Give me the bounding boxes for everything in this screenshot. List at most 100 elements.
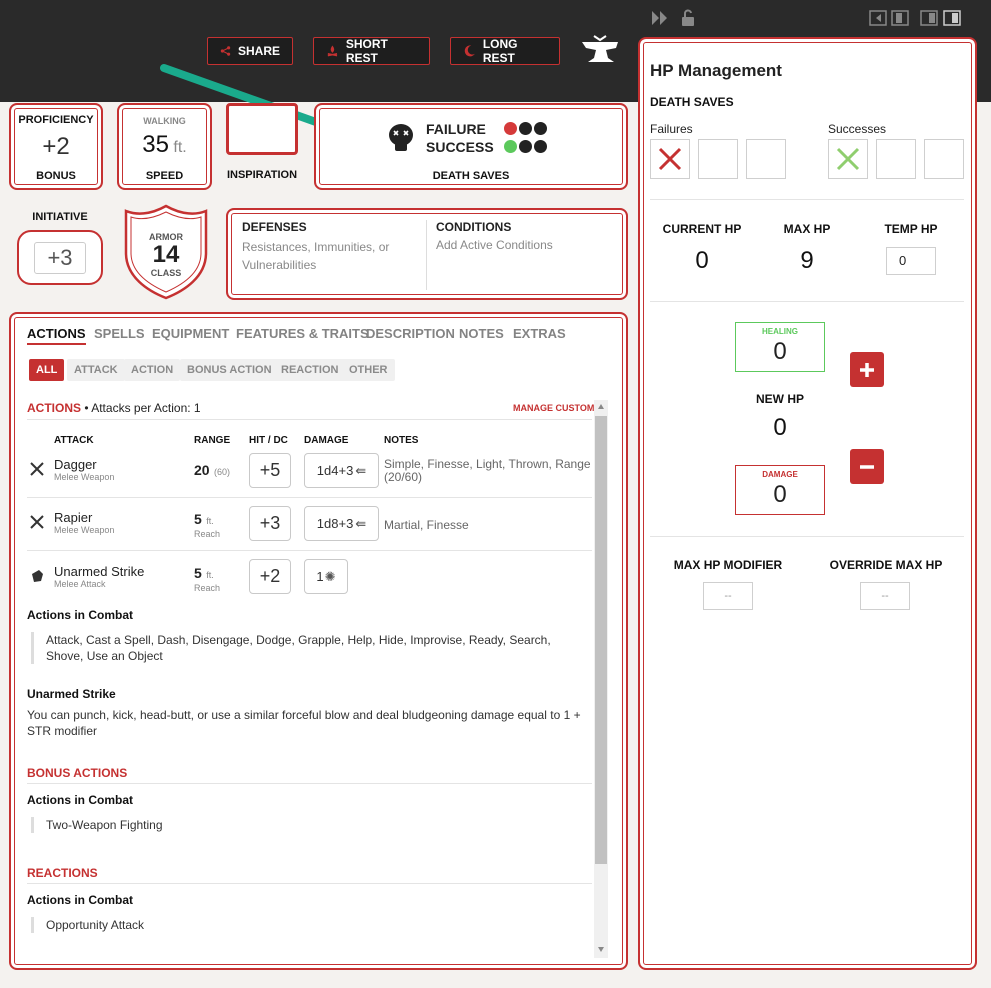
attack-hit-button[interactable]: +3	[249, 506, 291, 541]
success-dot	[534, 140, 547, 153]
unarmed-strike-text: You can punch, kick, head-butt, or use a…	[27, 708, 581, 738]
healing-input[interactable]: HEALING 0	[735, 322, 825, 372]
reactions-title: REACTIONS	[27, 866, 98, 880]
initiative-box[interactable]: +3	[17, 230, 103, 285]
defenses-divider	[426, 220, 427, 290]
attack-damage-button[interactable]: 1d8+3 ⇚	[304, 506, 379, 541]
bludgeoning-icon: ✺	[324, 568, 336, 584]
temp-hp-input[interactable]: 0	[886, 247, 936, 275]
tab-extras[interactable]: EXTRAS	[513, 326, 566, 341]
filter-other[interactable]: OTHER	[342, 359, 395, 381]
damage-input[interactable]: DAMAGE 0	[735, 465, 825, 515]
attack-row-rapier[interactable]: Rapier Melee Weapon	[54, 510, 114, 535]
reaction-item[interactable]: Opportunity Attack	[31, 917, 331, 933]
failure-checkbox-3[interactable]	[746, 139, 786, 179]
speed-box: WALKING 35 ft. SPEED	[117, 103, 212, 190]
attack-damage-button[interactable]: 1 ✺	[304, 559, 348, 594]
share-label: SHARE	[237, 44, 280, 58]
failure-checkbox-2[interactable]	[698, 139, 738, 179]
reactions-divider	[27, 883, 592, 884]
initiative-label: INITIATIVE	[32, 211, 88, 223]
long-rest-button[interactable]: LONG REST	[450, 37, 560, 65]
temp-hp-label: TEMP HP	[884, 222, 938, 236]
defenses-conditions-box[interactable]: DEFENSES Resistances, Immunities, or Vul…	[226, 208, 628, 300]
row-divider	[27, 550, 592, 551]
col-hit-dc: HIT / DC	[249, 435, 288, 446]
filter-action[interactable]: ACTION	[124, 359, 181, 381]
healing-label: HEALING	[762, 327, 798, 336]
current-hp-label: CURRENT HP	[662, 222, 742, 236]
attack-row-dagger[interactable]: Dagger Melee Weapon	[54, 457, 114, 482]
override-max-hp-input[interactable]: --	[860, 582, 910, 610]
attack-range-sub: Reach	[194, 583, 221, 593]
current-hp-value: 0	[695, 247, 709, 274]
heal-button[interactable]	[850, 352, 884, 387]
campfire-icon	[327, 45, 338, 57]
tab-actions[interactable]: ACTIONS	[27, 326, 86, 345]
unlock-icon[interactable]	[681, 9, 695, 27]
filter-all[interactable]: ALL	[29, 359, 65, 381]
scroll-down-icon[interactable]	[598, 947, 604, 952]
attacks-per-action: • Attacks per Action: 1	[84, 401, 201, 415]
speed-sub: SPEED	[145, 170, 184, 182]
actions-header: ACTIONS • Attacks per Action: 1	[27, 401, 201, 415]
attack-damage: 1	[316, 569, 324, 584]
failure-checkbox-1[interactable]	[650, 139, 690, 179]
armor-value: 14	[152, 241, 180, 268]
crossed-swords-icon	[30, 515, 44, 529]
success-checkbox-3[interactable]	[924, 139, 964, 179]
attack-hit-button[interactable]: +5	[249, 453, 291, 488]
tab-description[interactable]: DESCRIPTION	[366, 326, 455, 341]
attack-notes: Martial, Finesse	[384, 518, 469, 532]
success-checkbox-1[interactable]	[828, 139, 868, 179]
damage-button[interactable]	[850, 449, 884, 484]
panel-left-icon[interactable]	[869, 10, 909, 26]
filter-bonus-action[interactable]: BONUS ACTION	[180, 359, 279, 381]
attack-damage: 1d8+3	[316, 516, 354, 531]
failure-dot	[534, 122, 547, 135]
walking-label: WALKING	[143, 116, 186, 126]
attack-damage-button[interactable]: 1d4+3 ⇚	[304, 453, 379, 488]
hp-panel-title: HP Management	[650, 61, 782, 80]
tab-features-traits[interactable]: FEATURES & TRAITS	[236, 326, 369, 341]
attack-row-unarmed[interactable]: Unarmed Strike Melee Attack	[54, 564, 144, 589]
tab-equipment[interactable]: EQUIPMENT	[152, 326, 229, 341]
col-attack: ATTACK	[54, 435, 94, 446]
failure-dot	[504, 122, 517, 135]
proficiency-sub: BONUS	[36, 170, 76, 182]
failure-dots	[502, 122, 547, 140]
tab-spells[interactable]: SPELLS	[94, 326, 145, 341]
success-checkbox-2[interactable]	[876, 139, 916, 179]
filter-attack[interactable]: ATTACK	[67, 359, 125, 381]
attack-damage: 1d4+3	[316, 463, 354, 478]
hp-divider	[650, 199, 964, 200]
actions-scrollbar[interactable]	[594, 400, 608, 958]
inspiration-toggle[interactable]	[226, 103, 298, 155]
attack-range-sub: Reach	[194, 529, 221, 539]
max-hp-label: MAX HP	[783, 222, 831, 236]
minus-icon	[860, 464, 874, 469]
skull-icon	[389, 124, 413, 151]
attack-hit-button[interactable]: +2	[249, 559, 291, 594]
bonus-action-item[interactable]: Two-Weapon Fighting	[31, 817, 331, 833]
speed-value: 35	[142, 131, 169, 158]
tab-notes[interactable]: NOTES	[459, 326, 504, 341]
bonus-actions-title: BONUS ACTIONS	[27, 766, 128, 780]
failure-label: FAILURE	[426, 121, 486, 137]
panel-right-icon[interactable]	[920, 10, 962, 26]
conditions-title: CONDITIONS	[436, 220, 512, 234]
hp-death-saves-title: DEATH SAVES	[650, 95, 734, 109]
fast-forward-icon[interactable]	[651, 10, 669, 26]
col-range: RANGE	[194, 435, 231, 446]
max-hp-modifier-input[interactable]: --	[703, 582, 753, 610]
filter-reaction[interactable]: REACTION	[274, 359, 346, 381]
scroll-up-icon[interactable]	[598, 404, 604, 409]
death-saves-box[interactable]: FAILURE SUCCESS DEATH SAVES	[314, 103, 628, 190]
healing-value: 0	[773, 338, 787, 365]
damage-label: DAMAGE	[762, 470, 798, 479]
speed-unit: ft.	[173, 139, 187, 156]
damage-value: 0	[773, 481, 787, 508]
scrollbar-thumb[interactable]	[595, 416, 607, 864]
manage-custom-link[interactable]: MANAGE CUSTOM	[513, 403, 594, 413]
proficiency-box: PROFICIENCY +2 BONUS	[9, 103, 103, 190]
